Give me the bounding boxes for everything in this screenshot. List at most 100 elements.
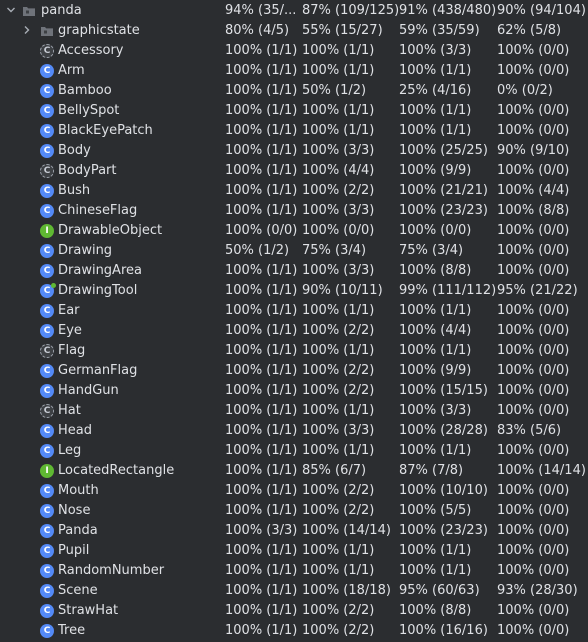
tree-row[interactable]: C StrawHat 100% (1/1) 100% (2/2) 100% (8/8) 1…	[0, 601, 588, 621]
tree-row-name: HandGun	[58, 383, 119, 398]
method-coverage: 100% (3/3)	[302, 263, 375, 278]
class-coverage: 100% (1/1)	[225, 463, 298, 478]
tree-row[interactable]: C RandomNumber 100% (1/1) 100% (1/1) 100% (1…	[0, 561, 588, 581]
tree-row[interactable]: C Drawing 50% (1/2) 75% (3/4) 75% (3/4) 100% …	[0, 241, 588, 261]
tree-row[interactable]: C Ear 100% (1/1) 100% (1/1) 100% (1/1) 100% (…	[0, 301, 588, 321]
line-coverage: 100% (1/1)	[399, 443, 472, 458]
method-coverage: 100% (1/1)	[302, 123, 375, 138]
tree-row-name: Mouth	[58, 483, 99, 498]
tree-row[interactable]: C Flag 100% (1/1) 100% (1/1) 100% (1/1) 100% …	[0, 341, 588, 361]
line-coverage: 100% (25/25)	[399, 143, 488, 158]
class-icon: C	[40, 84, 54, 98]
tree-row[interactable]: C Head 100% (1/1) 100% (3/3) 100% (28/28) 83%…	[0, 421, 588, 441]
tree-row[interactable]: C Nose 100% (1/1) 100% (2/2) 100% (5/5) 100% …	[0, 501, 588, 521]
tree-row-name: LocatedRectangle	[58, 463, 175, 478]
method-coverage: 100% (2/2)	[302, 383, 375, 398]
class-icon: C	[40, 264, 54, 278]
tree-row[interactable]: C Mouth 100% (1/1) 100% (2/2) 100% (10/10) 10…	[0, 481, 588, 501]
class-icon: C	[40, 304, 54, 318]
chevron-right-icon[interactable]	[22, 21, 34, 41]
branch-coverage: 100% (0/0)	[497, 383, 570, 398]
tree-row-name: Arm	[58, 63, 85, 78]
tree-row-graphicstate[interactable]: graphicstate 80% (4/5) 55% (15/27) 59% (…	[0, 21, 588, 41]
branch-coverage: 93% (28/30)	[497, 583, 578, 598]
tree-row[interactable]: C Eye 100% (1/1) 100% (2/2) 100% (4/4) 100% (…	[0, 321, 588, 341]
class-coverage: 100% (1/1)	[225, 303, 298, 318]
class-coverage: 100% (1/1)	[225, 43, 298, 58]
branch-coverage: 100% (0/0)	[497, 543, 570, 558]
tree-row[interactable]: C DrawingArea 100% (1/1) 100% (3/3) 100% (8/…	[0, 261, 588, 281]
tree-row-name: GermanFlag	[58, 363, 138, 378]
tree-row[interactable]: C Body 100% (1/1) 100% (3/3) 100% (25/25) 90%…	[0, 141, 588, 161]
branch-coverage: 95% (21/22)	[497, 283, 578, 298]
branch-coverage: 83% (5/6)	[497, 423, 562, 438]
tree-row-name: Eye	[58, 323, 82, 338]
tree-row-name: graphicstate	[58, 23, 140, 38]
tree-row[interactable]: C Scene 100% (1/1) 100% (18/18) 95% (60/63) 9…	[0, 581, 588, 601]
class-coverage: 100% (1/1)	[225, 143, 298, 158]
class-icon: C	[40, 484, 54, 498]
tree-row[interactable]: I DrawableObject 100% (0/0) 100% (0/0) 100% …	[0, 221, 588, 241]
package-folder-icon	[22, 4, 36, 18]
class-coverage: 100% (1/1)	[225, 103, 298, 118]
branch-coverage: 100% (0/0)	[497, 363, 570, 378]
tree-row[interactable]: C DrawingTool 100% (1/1) 90% (10/11) 99% (11…	[0, 281, 588, 301]
tree-row[interactable]: C Leg 100% (1/1) 100% (1/1) 100% (1/1) 100% (…	[0, 441, 588, 461]
tree-row-panda[interactable]: panda 94% (35/... 87% (109/125) 91% (438…	[0, 1, 588, 21]
tree-row-name: Body	[58, 143, 91, 158]
package-folder-icon	[40, 24, 54, 38]
tree-row-name: DrawingArea	[58, 263, 142, 278]
branch-coverage: 100% (4/4)	[497, 183, 570, 198]
tree-row[interactable]: C BellySpot 100% (1/1) 100% (1/1) 100% (1/1)…	[0, 101, 588, 121]
branch-coverage: 100% (0/0)	[497, 323, 570, 338]
class-icon: C	[40, 424, 54, 438]
interface-icon: I	[40, 224, 54, 238]
class-coverage: 100% (0/0)	[225, 223, 298, 238]
tree-row[interactable]: C Hat 100% (1/1) 100% (1/1) 100% (3/3) 100% (…	[0, 401, 588, 421]
class-icon: C	[40, 504, 54, 518]
tree-row[interactable]: C Arm 100% (1/1) 100% (1/1) 100% (1/1) 100% (…	[0, 61, 588, 81]
tree-row[interactable]: C HandGun 100% (1/1) 100% (2/2) 100% (15/15)…	[0, 381, 588, 401]
tree-row[interactable]: C ChineseFlag 100% (1/1) 100% (3/3) 100% (23…	[0, 201, 588, 221]
line-coverage: 100% (1/1)	[399, 303, 472, 318]
abstract-class-icon: C	[40, 164, 54, 178]
tree-row[interactable]: C BodyPart 100% (1/1) 100% (4/4) 100% (9/9) 1…	[0, 161, 588, 181]
class-coverage: 100% (1/1)	[225, 423, 298, 438]
line-coverage: 100% (23/23)	[399, 523, 488, 538]
method-coverage: 100% (1/1)	[302, 403, 375, 418]
branch-coverage: 100% (0/0)	[497, 483, 570, 498]
class-icon: C	[40, 384, 54, 398]
branch-coverage: 100% (0/0)	[497, 263, 570, 278]
method-coverage: 87% (109/125)	[302, 3, 400, 18]
branch-coverage: 100% (0/0)	[497, 403, 570, 418]
tree-row[interactable]: C GermanFlag 100% (1/1) 100% (2/2) 100% (9/9…	[0, 361, 588, 381]
abstract-class-icon: C	[40, 404, 54, 418]
tree-row-name: BlackEyePatch	[58, 123, 153, 138]
line-coverage: 100% (8/8)	[399, 603, 472, 618]
line-coverage: 100% (3/3)	[399, 403, 472, 418]
tree-row[interactable]: C Panda 100% (3/3) 100% (14/14) 100% (23/23)…	[0, 521, 588, 541]
tree-row[interactable]: C Accessory 100% (1/1) 100% (1/1) 100% (3/3)…	[0, 41, 588, 61]
chevron-down-icon[interactable]	[6, 1, 18, 21]
line-coverage: 75% (3/4)	[399, 243, 464, 258]
tree-row[interactable]: C Bamboo 100% (1/1) 50% (1/2) 25% (4/16) 0% (…	[0, 81, 588, 101]
line-coverage: 100% (10/10)	[399, 483, 488, 498]
tree-row[interactable]: C BlackEyePatch 100% (1/1) 100% (1/1) 100% (…	[0, 121, 588, 141]
abstract-class-icon: C	[40, 344, 54, 358]
tree-row[interactable]: C Bush 100% (1/1) 100% (2/2) 100% (21/21) 100…	[0, 181, 588, 201]
tree-row[interactable]: C Pupil 100% (1/1) 100% (1/1) 100% (1/1) 100%…	[0, 541, 588, 561]
method-coverage: 100% (2/2)	[302, 503, 375, 518]
class-icon: C	[40, 604, 54, 618]
class-coverage: 100% (1/1)	[225, 83, 298, 98]
tree-row-name: panda	[41, 3, 82, 18]
tree-row[interactable]: C Tree 100% (1/1) 100% (2/2) 100% (16/16) 100…	[0, 621, 588, 641]
branch-coverage: 100% (0/0)	[497, 43, 570, 58]
line-coverage: 100% (8/8)	[399, 263, 472, 278]
class-coverage: 100% (1/1)	[225, 283, 298, 298]
tree-row[interactable]: I LocatedRectangle 100% (1/1) 85% (6/7) 87% …	[0, 461, 588, 481]
tree-row-name: DrawableObject	[58, 223, 163, 238]
class-coverage: 100% (1/1)	[225, 263, 298, 278]
line-coverage: 100% (1/1)	[399, 123, 472, 138]
tree-row-name: Bamboo	[58, 83, 112, 98]
class-coverage: 100% (1/1)	[225, 123, 298, 138]
